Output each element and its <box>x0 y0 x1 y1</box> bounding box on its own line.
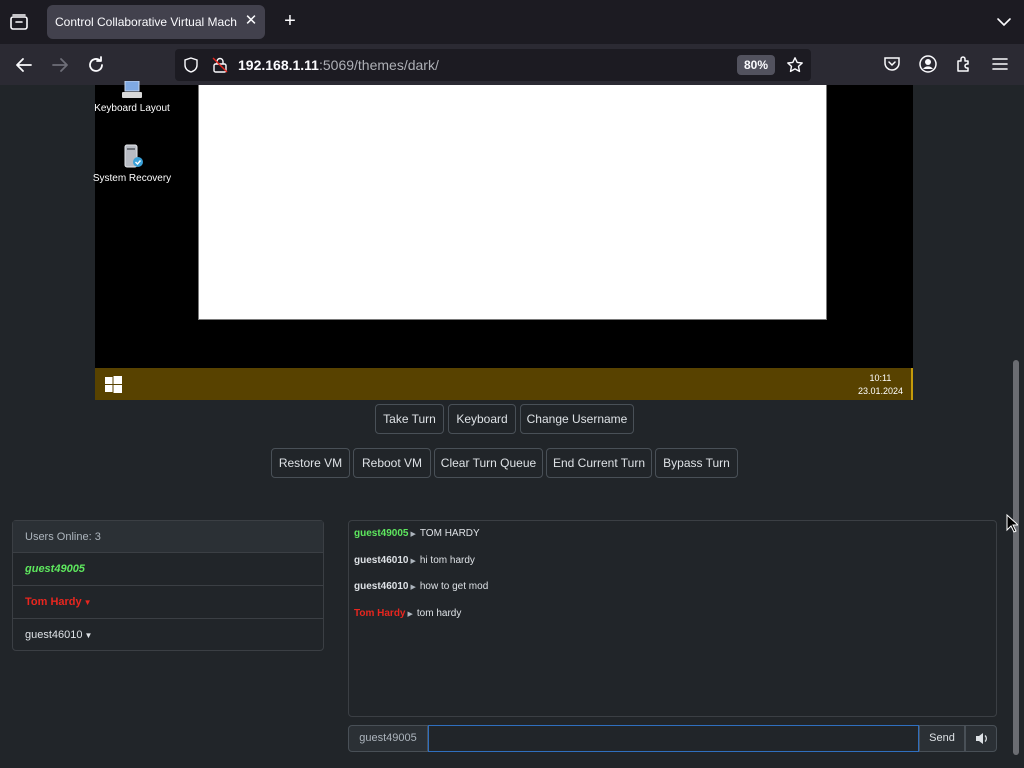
end-current-turn-button[interactable]: End Current Turn <box>546 448 652 478</box>
user-row[interactable]: guest49005 <box>13 553 323 586</box>
chat-message: guest49005 ▶ TOM HARDY <box>354 528 480 539</box>
chat-message-text: tom hardy <box>416 608 462 619</box>
user-name: Tom Hardy <box>25 596 82 608</box>
reload-icon[interactable] <box>84 53 108 77</box>
chat-message-user: guest49005 <box>354 528 409 539</box>
user-row[interactable]: Tom Hardy ▼ <box>13 586 323 619</box>
change-username-button[interactable]: Change Username <box>520 404 634 434</box>
desktop-icon-keyboard-layout[interactable]: Keyboard Layout <box>92 81 172 114</box>
bookmark-star-icon[interactable] <box>786 56 804 74</box>
clear-turn-queue-button[interactable]: Clear Turn Queue <box>434 448 543 478</box>
system-recovery-icon <box>124 144 143 168</box>
volume-icon <box>976 733 987 744</box>
tab-title: Control Collaborative Virtual Machine <box>55 15 237 29</box>
firefox-view-icon[interactable] <box>8 12 30 32</box>
vm-clock[interactable]: 10:11 23.01.2024 <box>858 372 903 398</box>
chat-message: guest46010 ▶ how to get mod <box>354 581 488 592</box>
nav-bar: 192.168.1.11:5069/themes/dark/ 80% <box>0 44 1024 85</box>
restore-vm-button[interactable]: Restore VM <box>271 448 350 478</box>
desktop-icon-label: System Recovery <box>92 173 172 184</box>
chat-message-text: how to get mod <box>419 581 489 592</box>
active-tab[interactable]: Control Collaborative Virtual Machine ✕ <box>47 5 265 39</box>
keyboard-layout-icon <box>122 81 142 98</box>
send-button[interactable]: Send <box>919 725 965 752</box>
user-name: guest49005 <box>25 563 85 575</box>
users-online-header: Users Online: 3 <box>13 521 323 553</box>
caret-right-icon: ▶ <box>410 584 416 591</box>
vm-taskbar: 10:11 23.01.2024 <box>95 368 913 400</box>
caret-right-icon: ▶ <box>410 558 416 565</box>
tab-bar: Control Collaborative Virtual Machine ✕ … <box>0 0 1024 44</box>
url-path: :5069/themes/dark/ <box>318 57 439 73</box>
windows-start-icon[interactable] <box>105 376 122 393</box>
caret-right-icon: ▶ <box>410 531 416 538</box>
url-host: 192.168.1.11 <box>238 57 319 73</box>
keyboard-button[interactable]: Keyboard <box>448 404 516 434</box>
user-row[interactable]: guest46010 ▼ <box>13 619 323 652</box>
chat-username-label: guest49005 <box>348 725 428 752</box>
volume-button[interactable] <box>965 725 997 752</box>
desktop-icon-label: Keyboard Layout <box>94 103 170 114</box>
chat-message-user: guest46010 <box>354 555 409 566</box>
url-text[interactable]: 192.168.1.11:5069/themes/dark/ <box>238 57 439 73</box>
url-bar[interactable]: 192.168.1.11:5069/themes/dark/ 80% <box>175 49 811 81</box>
vm-clock-time: 10:11 <box>869 373 892 383</box>
take-turn-button[interactable]: Take Turn <box>375 404 444 434</box>
caret-down-icon[interactable]: ▼ <box>84 598 92 607</box>
caret-right-icon: ▶ <box>407 611 413 618</box>
back-icon[interactable] <box>12 53 36 77</box>
chat-log[interactable]: guest49005 ▶ TOM HARDY guest46010 ▶ hi tom h… <box>348 520 997 717</box>
chat-message-input[interactable] <box>428 725 919 752</box>
chat-message-user: Tom Hardy <box>354 608 406 619</box>
vm-clock-date: 23.01.2024 <box>857 386 903 396</box>
close-tab-icon[interactable]: ✕ <box>243 12 259 30</box>
chat-message: guest46010 ▶ hi tom hardy <box>354 555 475 566</box>
user-name: guest46010 <box>25 629 83 641</box>
mouse-cursor-icon <box>1006 513 1020 534</box>
page-content: Keyboard Layout System Recovery 10:11 23… <box>0 81 1008 768</box>
chat-input-group: guest49005 Send <box>348 725 997 752</box>
users-online-panel: Users Online: 3 guest49005 Tom Hardy ▼ gu… <box>12 520 324 651</box>
forward-icon[interactable] <box>48 53 72 77</box>
shield-icon[interactable] <box>183 57 199 73</box>
vm-display[interactable]: Keyboard Layout System Recovery 10:11 23… <box>92 81 913 400</box>
chat-message-user: guest46010 <box>354 581 409 592</box>
insecure-lock-icon[interactable] <box>211 56 229 74</box>
chat-message-text: hi tom hardy <box>419 555 475 566</box>
chat-message: Tom Hardy ▶ tom hardy <box>354 608 461 619</box>
zoom-indicator[interactable]: 80% <box>737 55 775 75</box>
menu-icon[interactable] <box>990 54 1010 74</box>
reboot-vm-button[interactable]: Reboot VM <box>353 448 431 478</box>
new-tab-icon[interactable]: + <box>279 10 301 34</box>
scrollbar-thumb[interactable] <box>1013 360 1019 755</box>
chevron-down-icon[interactable] <box>992 12 1016 32</box>
account-icon[interactable] <box>918 54 938 74</box>
pocket-icon[interactable] <box>882 54 902 74</box>
extensions-icon[interactable] <box>954 54 974 74</box>
desktop-icon-system-recovery[interactable]: System Recovery <box>92 143 172 184</box>
page-scrollbar[interactable] <box>1008 85 1024 768</box>
caret-down-icon[interactable]: ▼ <box>85 631 93 640</box>
chat-message-text: TOM HARDY <box>419 528 480 539</box>
vm-app-window[interactable] <box>198 85 827 320</box>
bypass-turn-button[interactable]: Bypass Turn <box>655 448 738 478</box>
